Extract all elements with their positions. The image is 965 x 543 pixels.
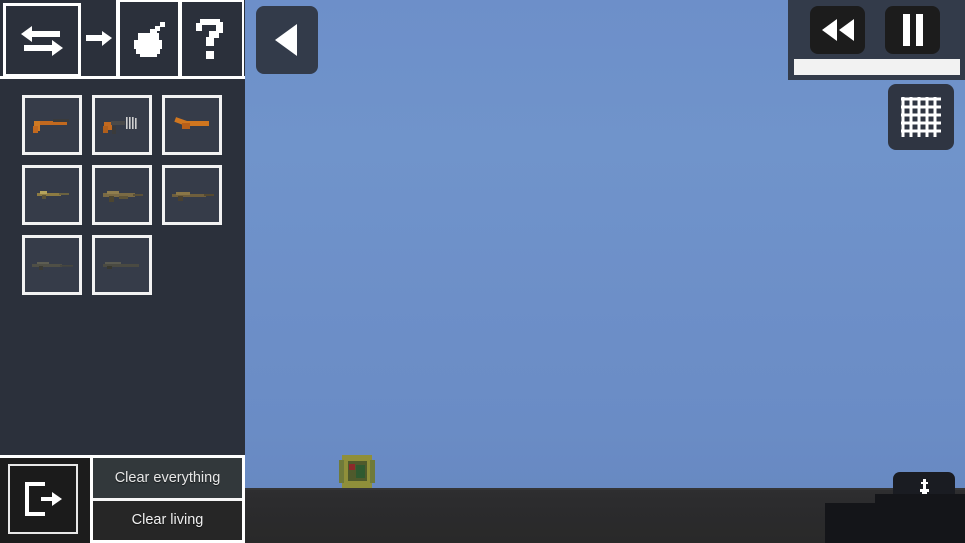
exit-door-icon xyxy=(25,482,62,516)
anchor-icon xyxy=(920,479,929,494)
bottom-right-block-wide xyxy=(825,503,965,543)
timeline-slider[interactable] xyxy=(794,59,960,75)
grid-icon xyxy=(901,97,941,137)
creature-right-side xyxy=(370,460,375,483)
pause-icon xyxy=(902,14,923,46)
tool-spawn-button[interactable] xyxy=(84,0,118,78)
weapon-slot-smg[interactable] xyxy=(92,95,152,155)
swap-arrows-icon xyxy=(21,26,63,56)
weapon-slot-assault-rifle[interactable] xyxy=(92,165,152,225)
tool-toolbar xyxy=(0,0,245,80)
clear-buttons-group: Clear everything Clear living xyxy=(90,455,245,543)
tool-paint-button[interactable] xyxy=(118,0,180,78)
triangle-left-icon xyxy=(275,24,297,56)
toolbar-divider-left xyxy=(0,76,84,79)
question-mark-icon xyxy=(196,19,223,59)
tool-help-button[interactable] xyxy=(180,0,244,78)
exit-button[interactable] xyxy=(8,464,78,534)
grid-toggle-button[interactable] xyxy=(888,84,954,150)
toolbar-divider xyxy=(84,76,245,79)
weapon-slot-sniper[interactable] xyxy=(22,235,82,295)
weapon-slot-sawed-off[interactable] xyxy=(162,95,222,155)
scene-entity-creature[interactable] xyxy=(339,455,375,488)
weapon-panel xyxy=(0,80,245,543)
spray-can-icon xyxy=(134,22,165,57)
weapon-slot-shotgun[interactable] xyxy=(92,235,152,295)
tool-swap-button[interactable] xyxy=(3,3,81,77)
pause-button[interactable] xyxy=(885,6,940,54)
weapon-grid xyxy=(22,95,232,305)
clear-everything-button[interactable]: Clear everything xyxy=(93,458,242,501)
weapon-slot-carbine[interactable] xyxy=(22,165,82,225)
sidebar-bottom-bar: Clear everything Clear living xyxy=(0,455,245,543)
weapon-slot-battle-rifle[interactable] xyxy=(162,165,222,225)
game-world[interactable] xyxy=(245,0,965,543)
left-sidebar: Clear everything Clear living xyxy=(0,0,245,543)
rewind-icon xyxy=(821,19,854,41)
game-screen: Clear everything Clear living xyxy=(0,0,965,543)
arrow-right-icon xyxy=(86,31,112,46)
clear-living-button[interactable]: Clear living xyxy=(93,500,242,540)
creature-accent xyxy=(356,465,365,478)
creature-left-side xyxy=(339,460,344,483)
collapse-panel-button[interactable] xyxy=(256,6,318,74)
rewind-button[interactable] xyxy=(810,6,865,54)
creature-eye xyxy=(349,464,355,470)
weapon-slot-pistol[interactable] xyxy=(22,95,82,155)
